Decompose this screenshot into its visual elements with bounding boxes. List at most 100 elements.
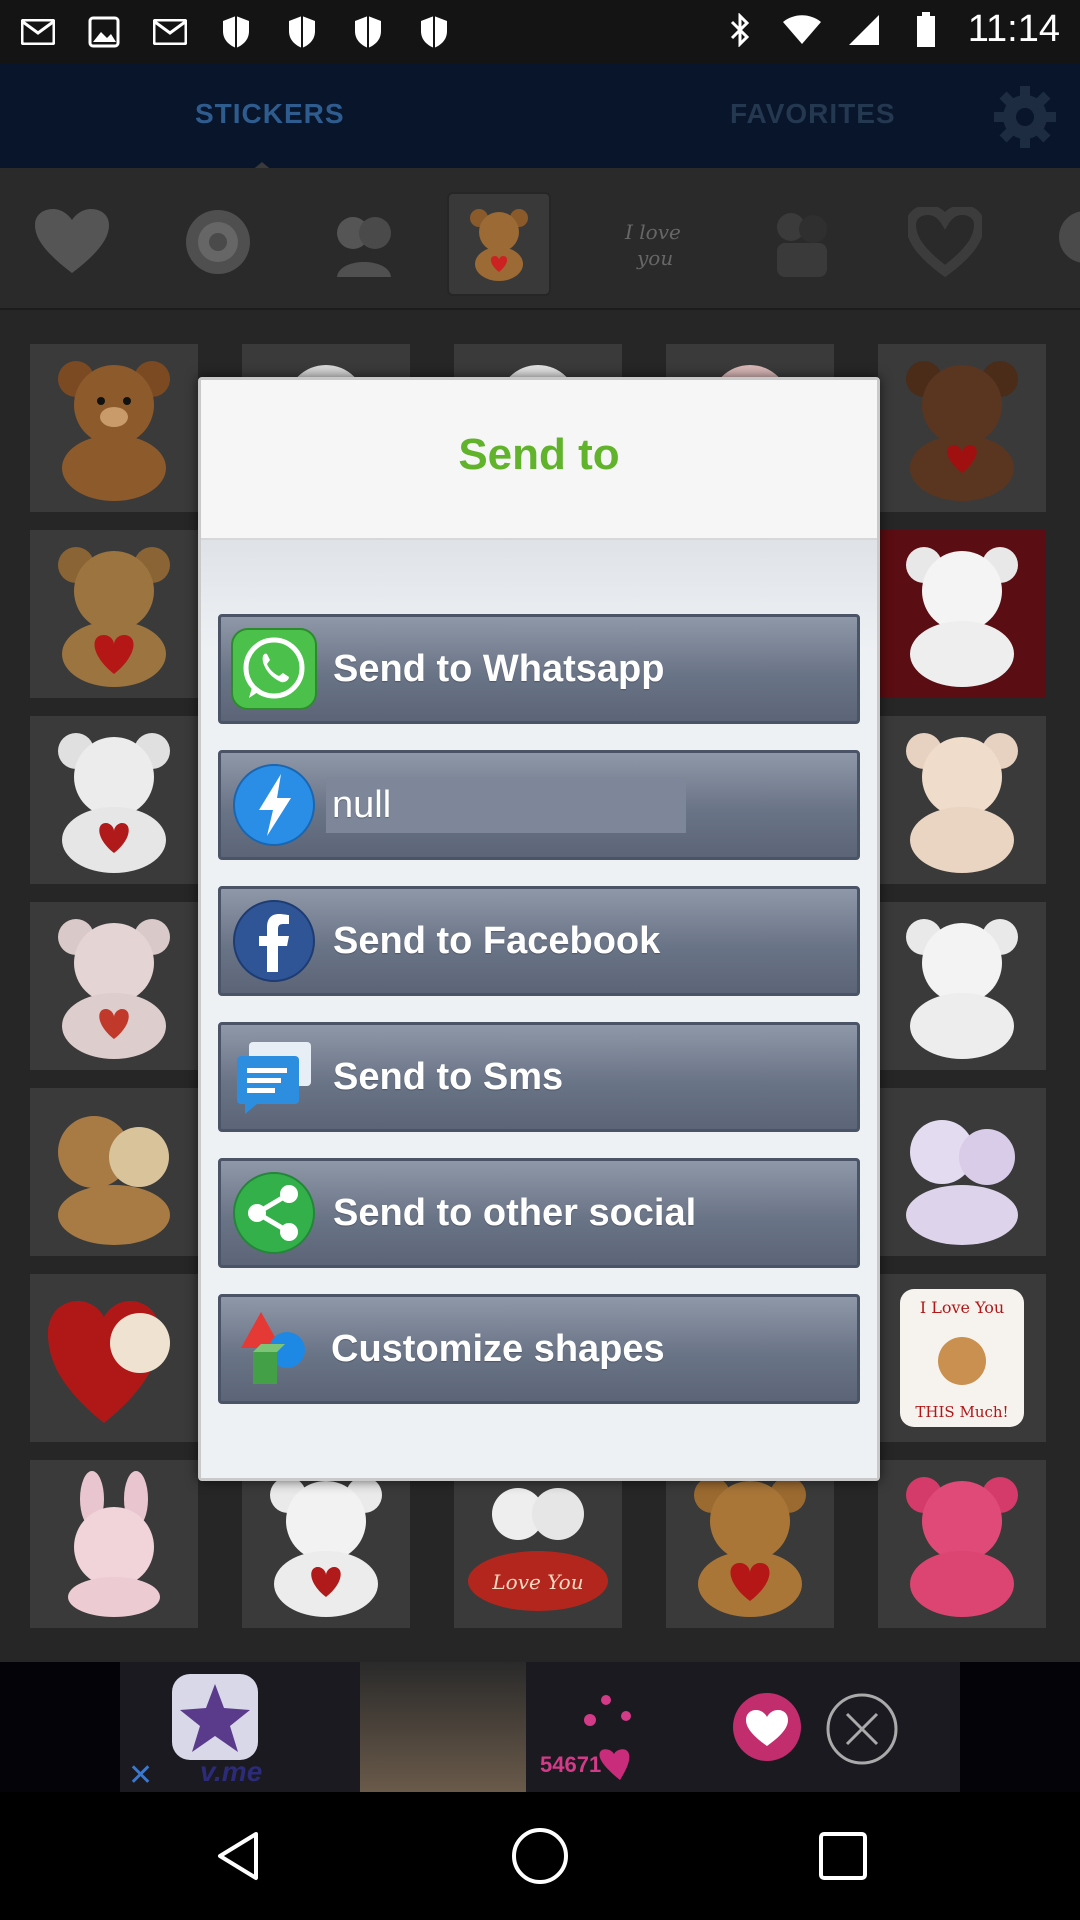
send-to-sms-button[interactable]: Send to Sms (218, 1022, 860, 1132)
bluetooth-icon (720, 10, 760, 50)
system-icons: 11:14 (720, 8, 1060, 51)
home-icon (512, 1828, 568, 1884)
ad-brand-text: v.me (200, 1756, 263, 1787)
settings-button[interactable] (990, 82, 1060, 152)
facebook-icon (231, 900, 317, 982)
app-header: STICKERS FAVORITES (0, 63, 1080, 168)
teddy-bear-icon (58, 919, 170, 1059)
sticker-item[interactable] (878, 716, 1046, 884)
sticker-item[interactable] (878, 902, 1046, 1070)
couple-icon (337, 217, 391, 277)
home-button[interactable] (500, 1816, 580, 1896)
sticker-item[interactable]: I Love You THIS Much! (878, 1274, 1046, 1442)
dialog-options: Send to Whatsapp null Send to Facebook S… (201, 540, 877, 1478)
navigation-bar (0, 1792, 1080, 1920)
null-option-button[interactable]: null (218, 750, 860, 860)
sticker-item[interactable] (666, 1460, 834, 1628)
pillow-text-top: I Love You (920, 1298, 1004, 1317)
send-to-facebook-button[interactable]: Send to Facebook (218, 886, 860, 996)
option-label: null (326, 777, 686, 833)
sticker-icon (1059, 211, 1080, 263)
svg-text:you: you (636, 246, 673, 270)
close-icon[interactable] (825, 1692, 899, 1766)
rose-icon (186, 210, 250, 274)
clock: 11:14 (967, 8, 1060, 50)
share-icon (231, 1172, 317, 1254)
sticker-item[interactable] (878, 530, 1046, 698)
love-you-text: Love You (491, 1570, 583, 1594)
heart-icon (35, 209, 109, 273)
teddy-bear-icon (48, 1301, 170, 1423)
shapes-icon (231, 1308, 317, 1390)
signal-icon (844, 10, 884, 50)
ad-content[interactable]: ✕ v.me 54671 (120, 1662, 960, 1792)
mail-icon (18, 12, 58, 52)
pillow-text-bottom: THIS Much! (915, 1403, 1008, 1421)
image-icon (84, 12, 124, 52)
category-kiss[interactable] (752, 192, 852, 292)
back-icon (218, 1832, 258, 1880)
recents-button[interactable] (803, 1816, 883, 1896)
heart-icon (733, 1693, 801, 1761)
teddy-bear-icon (58, 1116, 170, 1245)
tab-stickers[interactable]: STICKERS (195, 98, 345, 130)
teddy-bear-icon (906, 547, 1018, 687)
category-rose[interactable] (168, 192, 268, 292)
customize-shapes-button[interactable]: Customize shapes (218, 1294, 860, 1404)
category-couple[interactable] (314, 192, 414, 292)
option-label: Send to Sms (333, 1056, 564, 1098)
category-teddy[interactable] (447, 192, 551, 296)
send-to-dialog: Send to Send to Whatsapp null Send to Fa… (198, 377, 880, 1481)
notification-icons (18, 12, 454, 52)
sticker-item[interactable] (30, 1088, 198, 1256)
category-more[interactable] (1030, 192, 1080, 292)
bunny-icon (68, 1471, 160, 1617)
ad-close-small-icon[interactable]: ✕ (128, 1758, 153, 1793)
heart-wreath-icon (908, 207, 982, 277)
send-to-whatsapp-button[interactable]: Send to Whatsapp (218, 614, 860, 724)
category-love-you[interactable]: I love you (604, 192, 704, 292)
category-heart-wreath[interactable] (895, 192, 995, 292)
sticker-item[interactable] (878, 1088, 1046, 1256)
teddy-bear-icon (58, 361, 170, 501)
battery-icon (906, 10, 946, 50)
send-to-other-social-button[interactable]: Send to other social (218, 1158, 860, 1268)
sticker-item[interactable] (30, 1274, 198, 1442)
sticker-item[interactable] (30, 902, 198, 1070)
option-label: Send to Whatsapp (333, 648, 665, 690)
teddy-bear-icon (906, 733, 1018, 873)
ad-app-icon (172, 1674, 258, 1760)
sticker-item[interactable] (30, 344, 198, 512)
sticker-item[interactable] (878, 1460, 1046, 1628)
teddy-bear-icon (694, 1477, 806, 1617)
tab-favorites[interactable]: FAVORITES (730, 98, 896, 130)
sticker-item[interactable] (878, 344, 1046, 512)
mail-icon (150, 12, 190, 52)
category-heart[interactable] (22, 192, 122, 292)
shield-icon (348, 12, 388, 52)
gear-icon (994, 86, 1056, 148)
pillow-icon: I Love You THIS Much! (900, 1289, 1024, 1427)
ad-photo (360, 1662, 526, 1792)
sticker-item[interactable] (30, 530, 198, 698)
teddy-bear-icon (906, 361, 1018, 501)
teddy-bear-icon (58, 547, 170, 687)
teddy-bear-icon (58, 733, 170, 873)
back-button[interactable] (200, 1816, 280, 1896)
sticker-item[interactable] (30, 716, 198, 884)
dialog-title: Send to (201, 380, 877, 540)
ad-banner[interactable]: ✕ v.me 54671 (0, 1662, 1080, 1792)
sticker-item[interactable] (30, 1460, 198, 1628)
kiss-icon (777, 213, 827, 277)
sms-icon (231, 1036, 317, 1118)
teddy-bear-icon (906, 1120, 1018, 1245)
whatsapp-icon (231, 628, 317, 710)
teddy-bear-icon (470, 209, 528, 281)
recents-icon (819, 1832, 867, 1880)
teddy-bear-icon (906, 919, 1018, 1059)
teddy-bear-icon (270, 1477, 382, 1617)
svg-text:I love: I love (624, 220, 681, 244)
sticker-item[interactable] (242, 1460, 410, 1628)
sticker-item[interactable]: Love You (454, 1460, 622, 1628)
teddy-bear-icon (906, 1477, 1018, 1617)
